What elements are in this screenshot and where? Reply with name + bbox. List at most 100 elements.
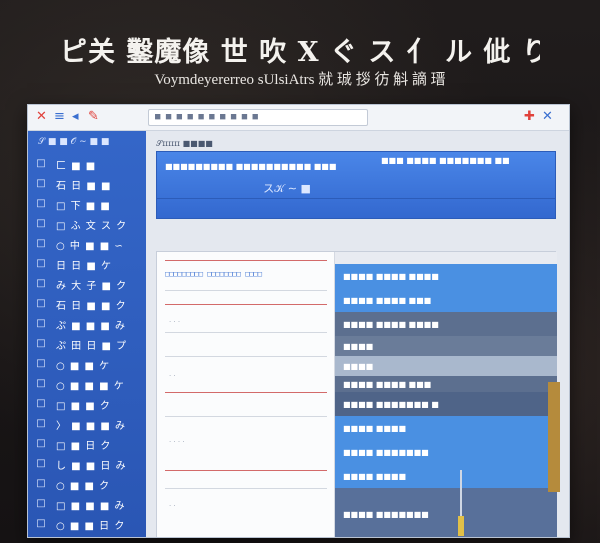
doc-rule	[165, 290, 327, 291]
doc-rule	[165, 392, 327, 393]
content-panel: □□□□□□□□□ □□□□□□□□ □□□□ · · · · · · · · …	[156, 251, 557, 537]
header-line-1: ■■■■■■■■■ ■■■■■■■■■■ ■■■	[165, 162, 337, 171]
sidebar-item-icon: □	[36, 338, 46, 349]
background-accent	[548, 382, 560, 492]
sidebar-item-icon: □	[36, 178, 46, 189]
detail-row-label: ■■■■ ■■■■■■■ ■	[343, 399, 439, 409]
sidebar-item[interactable]: □ □ ■ ■ ク	[34, 395, 140, 413]
sidebar-item[interactable]: □ 匚 ■ ■	[34, 155, 140, 173]
sidebar-item[interactable]: □ ○ ■ ■ ■ ケ	[34, 375, 140, 393]
detail-row[interactable]: ■■■■ ■■■■■■■	[335, 440, 557, 464]
main-area: 𝒮ɪɪɪɪɪɪ ■■■■ ■■■■■■■■■ ■■■■■■■■■■ ■■■ ■■…	[146, 131, 569, 537]
banner-title: ピ关 鑿魔像 世 吹 X ぐ ス 亻 ル 佌 り 米 墻 ▸	[60, 37, 540, 66]
sidebar-item[interactable]: □ ○ ■ ■ ケ	[34, 355, 140, 373]
sidebar-item[interactable]: □ □ ふ 文 ス ク	[34, 215, 140, 233]
search-input[interactable]: ■ ■ ■ ■ ■ ■ ■ ■ ■ ■	[148, 109, 368, 126]
sidebar-item-label: ぷ 田 日 ■ プ	[56, 340, 128, 352]
sidebar-item-label: 日 日 ■ ケ	[56, 260, 112, 272]
sidebar-item-icon: □	[36, 518, 46, 529]
sidebar-item-label: ○ ■ ■ 日 ク	[56, 520, 126, 532]
detail-row-label: ■■■■	[343, 341, 374, 351]
sidebar: 𝒮 ■ ■ 𝒪 ∼ ■ ■ □ 匚 ■ ■ □ 石 日 ■ ■ □ □ 下 ■ ■ □ □ ふ…	[28, 131, 146, 537]
sidebar-item[interactable]: □ 石 日 ■ ■ ク	[34, 295, 140, 313]
detail-row-label: ■■■■ ■■■■	[343, 423, 407, 433]
doc-rule	[165, 488, 327, 489]
header-panel: ■■■■■■■■■ ■■■■■■■■■■ ■■■ ■■■ ■■■■ ■■■■■■…	[156, 151, 556, 219]
back-icon[interactable]: ◂	[72, 109, 79, 125]
doc-rule	[165, 304, 327, 305]
close-window-icon[interactable]: ✕	[542, 109, 553, 125]
sidebar-item[interactable]: □ ○ 中 ■ ■ ∽	[34, 235, 140, 253]
detail-row[interactable]: ■■■■ ■■■■ ■■■	[335, 288, 557, 312]
detail-row-label: ■■■■ ■■■■■■■	[343, 447, 429, 457]
sidebar-item-icon: □	[36, 198, 46, 209]
doc-rule	[165, 260, 327, 261]
doc-text: · · ·	[169, 318, 181, 326]
doc-toolbar[interactable]: □□□□□□□□□ □□□□□□□□ □□□□	[165, 270, 327, 282]
detail-row[interactable]: ■■■■ ■■■■■■■ ■	[335, 392, 557, 416]
detail-row[interactable]	[335, 252, 557, 264]
sidebar-item-label: し ■ ■ 日 み	[56, 460, 127, 472]
sidebar-item-label: 石 日 ■ ■ ク	[56, 300, 127, 312]
detail-row-label: ■■■■ ■■■■ ■■■■	[343, 271, 439, 281]
doc-rule	[165, 356, 327, 357]
sidebar-item-label: □ ■ ■ ■ み	[56, 500, 126, 512]
sidebar-item[interactable]: □ ぷ 田 日 ■ プ	[34, 335, 140, 353]
detail-row[interactable]: ■■■■ ■■■■	[335, 416, 557, 440]
titlebar: ✕ ≡ ◂ ✎ ■ ■ ■ ■ ■ ■ ■ ■ ■ ■ ✚ ✕	[28, 105, 569, 131]
detail-row[interactable]: ■■■■ ■■■■■■■	[335, 488, 557, 537]
sidebar-item[interactable]: □ □ ■ ■ ■ み	[34, 495, 140, 513]
sidebar-item-label: 石 日 ■ ■	[56, 180, 112, 192]
sidebar-item-label: ○ ■ ■ ク	[56, 480, 111, 492]
sidebar-item-label: 〉 ■ ■ ■ み	[56, 420, 127, 432]
doc-rule	[165, 470, 327, 471]
background-mark	[458, 516, 464, 536]
detail-row[interactable]: ■■■■	[335, 356, 557, 376]
sidebar-item[interactable]: □ 〉 ■ ■ ■ み	[34, 415, 140, 433]
sidebar-item-icon: □	[36, 278, 46, 289]
detail-row[interactable]: ■■■■ ■■■■ ■■■	[335, 376, 557, 392]
sidebar-item-icon: □	[36, 478, 46, 489]
plus-icon[interactable]: ✚	[524, 109, 535, 125]
pencil-icon[interactable]: ✎	[88, 109, 99, 125]
detail-row-label: ■■■■ ■■■■ ■■■■	[343, 319, 439, 329]
detail-row[interactable]: ■■■■ ■■■■	[335, 464, 557, 488]
sidebar-item-icon: □	[36, 378, 46, 389]
sidebar-item[interactable]: □ ○ ■ ■ ク	[34, 475, 140, 493]
detail-row[interactable]: ■■■■ ■■■■ ■■■■	[335, 312, 557, 336]
header-divider	[157, 198, 555, 199]
doc-text: · ·	[169, 502, 176, 510]
sidebar-item-label: 匚 ■ ■	[56, 160, 97, 172]
sidebar-item-label: □ ■ 日 ク	[56, 440, 112, 452]
close-icon[interactable]: ✕	[36, 109, 47, 125]
document-preview[interactable]: □□□□□□□□□ □□□□□□□□ □□□□ · · · · · · · · …	[157, 252, 335, 537]
sidebar-item[interactable]: □ □ ■ 日 ク	[34, 435, 140, 453]
sidebar-item[interactable]: □ □ 下 ■ ■	[34, 195, 140, 213]
detail-row[interactable]: ■■■■	[335, 336, 557, 356]
sidebar-item-label: ○ ■ ■ ■ ケ	[56, 380, 125, 392]
detail-row[interactable]: ■■■■ ■■■■ ■■■■	[335, 264, 557, 288]
doc-text: · · · ·	[169, 438, 185, 446]
menu-icon[interactable]: ≡	[54, 109, 65, 125]
sidebar-item[interactable]: □ み 大 子 ■ ク	[34, 275, 140, 293]
sidebar-header: 𝒮 ■ ■ 𝒪 ∼ ■ ■	[38, 137, 110, 147]
sidebar-item[interactable]: □ し ■ ■ 日 み	[34, 455, 140, 473]
detail-row-label: ■■■■ ■■■■	[343, 471, 407, 481]
sidebar-item-icon: □	[36, 238, 46, 249]
banner-subtitle: Voymdeyererreo sUlsiAtrs 就 珹 拶 彷 斛 謫 瑨	[154, 72, 446, 88]
sidebar-item-icon: □	[36, 318, 46, 329]
sidebar-item-icon: □	[36, 158, 46, 169]
sidebar-item[interactable]: □ 石 日 ■ ■	[34, 175, 140, 193]
sidebar-item-label: ○ ■ ■ ケ	[56, 360, 111, 372]
sidebar-item[interactable]: □ ぷ ■ ■ ■ み	[34, 315, 140, 333]
sidebar-item-label: み 大 子 ■ ク	[56, 280, 128, 292]
header-center-label: ス𝒦 ∼ ■	[263, 182, 311, 195]
sidebar-item-label: □ ふ 文 ス ク	[56, 220, 128, 232]
header-line-2: ■■■ ■■■■ ■■■■■■■ ■■	[381, 156, 510, 165]
sidebar-item-icon: □	[36, 498, 46, 509]
detail-row-label: ■■■■	[343, 361, 374, 371]
doc-rule	[165, 416, 327, 417]
sidebar-item[interactable]: □ 日 日 ■ ケ	[34, 255, 140, 273]
sidebar-item-label: ○ 中 ■ ■ ∽	[56, 240, 124, 252]
sidebar-item[interactable]: □ ○ ■ ■ 日 ク	[34, 515, 140, 533]
